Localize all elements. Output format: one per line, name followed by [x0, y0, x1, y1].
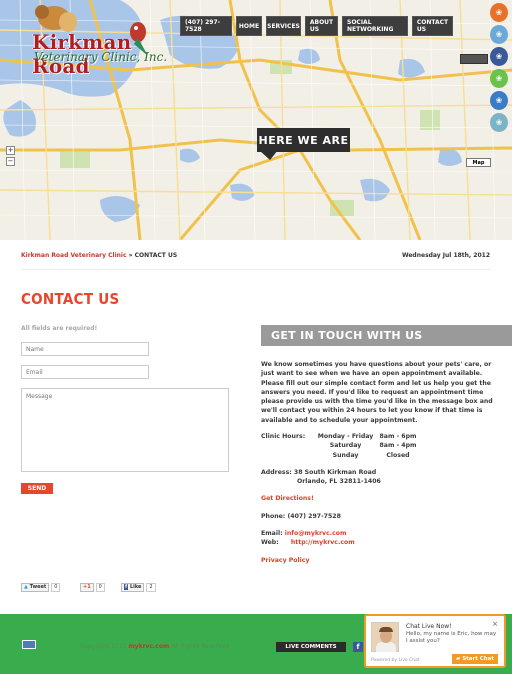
- gplus-count: 0: [95, 582, 105, 592]
- tweet-button[interactable]: ▲ Tweet: [21, 582, 50, 592]
- hours-time: Closed: [386, 451, 410, 459]
- current-date: Wednesday Jul 18th, 2012: [401, 252, 490, 259]
- facebook-icon: f: [124, 584, 129, 590]
- main-navigation: (407) 297-7528 HOME SERVICES ABOUT US SO…: [180, 16, 453, 36]
- page-title: CONTACT US: [21, 290, 120, 308]
- zoom-in-button[interactable]: +: [6, 146, 15, 155]
- web-link[interactable]: http://mykrvc.com: [291, 539, 355, 546]
- agent-avatar: [371, 622, 399, 652]
- send-button[interactable]: SEND: [21, 483, 53, 494]
- phone-number: (407) 297-7528: [287, 513, 341, 520]
- twitter-bird-icon: ▲: [24, 584, 28, 590]
- nav-phone[interactable]: (407) 297-7528: [180, 16, 232, 36]
- nav-contact-us[interactable]: CONTACT US: [412, 16, 453, 36]
- youtube-paw-icon[interactable]: ❀: [490, 69, 508, 88]
- breadcrumb-separator: »: [128, 252, 133, 259]
- gplus-button[interactable]: +1: [80, 582, 94, 592]
- page: Kirkman Road Veterinary Clinic, Inc. (40…: [0, 0, 512, 674]
- chat-title: Chat Live Now!: [406, 623, 452, 630]
- email-field[interactable]: [21, 365, 149, 379]
- email-label: Email:: [261, 530, 283, 537]
- zoom-out-button[interactable]: −: [6, 157, 15, 166]
- get-in-touch-heading: GET IN TOUCH WITH US: [261, 325, 512, 346]
- like-count: 2: [146, 582, 156, 592]
- nav-about-us[interactable]: ABOUT US: [305, 16, 338, 36]
- address-label: Address:: [261, 469, 292, 476]
- facebook-footer-icon[interactable]: f: [353, 642, 363, 652]
- blogger-paw-icon[interactable]: ❀: [490, 3, 508, 22]
- hours-time: 8am - 4pm: [379, 442, 417, 450]
- start-chat-button[interactable]: ▰ Start Chat: [452, 654, 498, 664]
- live-chat-widget: Chat Live Now! × Hello, my name is Eric,…: [364, 614, 506, 668]
- hours-day: Saturday: [329, 442, 362, 450]
- clinic-logo[interactable]: Kirkman Road Veterinary Clinic, Inc.: [10, 0, 185, 78]
- map-view-toggle[interactable]: [460, 54, 488, 64]
- copyright-link[interactable]: mykrvc.com: [128, 643, 169, 650]
- chat-powered-by: Powered by Live Chat: [371, 658, 420, 663]
- tweet-share: ▲ Tweet 0: [21, 582, 61, 592]
- nav-services[interactable]: SERVICES: [266, 16, 301, 36]
- location-map[interactable]: Kirkman Road Veterinary Clinic, Inc. (40…: [0, 0, 512, 240]
- gplus-share: +1 0: [80, 582, 105, 592]
- logo-subtitle: Veterinary Clinic, Inc.: [34, 50, 168, 64]
- footer-badge-icon: [22, 640, 36, 649]
- address-line1: 38 South Kirkman Road: [293, 469, 377, 476]
- hours-day: Sunday: [332, 451, 359, 459]
- twitter-paw-icon[interactable]: ❀: [490, 91, 508, 110]
- get-directions-link[interactable]: Get Directions!: [261, 494, 314, 503]
- here-we-are-marker[interactable]: HERE WE ARE: [257, 128, 350, 152]
- rss-paw-icon[interactable]: ❀: [490, 113, 508, 132]
- address-block: Address: 38 South Kirkman Road Orlando, …: [261, 468, 381, 487]
- divider: [21, 269, 491, 270]
- email-block: Email: info@mykrvc.com Web: http://mykrv…: [261, 529, 355, 548]
- hours-label: Clinic Hours:: [261, 433, 306, 440]
- facebook-like-share: f Like 2: [121, 582, 156, 592]
- live-comments-button[interactable]: LIVE COMMENTS: [276, 642, 346, 652]
- breadcrumb: Kirkman Road Veterinary Clinic » CONTACT…: [21, 252, 177, 259]
- chat-message: Hello, my name is Eric, how may I assist…: [406, 631, 497, 644]
- hours-day: Monday - Friday: [317, 433, 374, 440]
- web-label: Web:: [261, 539, 279, 547]
- address-line2: Orlando, FL 32811-1406: [297, 478, 381, 486]
- flickr-paw-icon[interactable]: ❀: [490, 47, 508, 66]
- privacy-policy-link[interactable]: Privacy Policy: [261, 556, 310, 565]
- nav-social-networking[interactable]: SOCIAL NETWORKING: [342, 16, 408, 36]
- breadcrumb-current: CONTACT US: [134, 252, 178, 259]
- name-field[interactable]: [21, 342, 149, 356]
- close-icon[interactable]: ×: [492, 620, 498, 628]
- message-field[interactable]: [21, 388, 229, 472]
- facebook-paw-icon[interactable]: ❀: [490, 25, 508, 44]
- contact-intro: We know sometimes you have questions abo…: [261, 361, 493, 424]
- breadcrumb-home-link[interactable]: Kirkman Road Veterinary Clinic: [21, 252, 127, 259]
- social-paw-icons: ❀ ❀ ❀ ❀ ❀ ❀: [490, 3, 510, 132]
- map-zoom-controls: + −: [6, 146, 16, 168]
- phone-label: Phone:: [261, 513, 286, 520]
- email-link[interactable]: info@mykrvc.com: [285, 530, 347, 537]
- clinic-hours: Clinic Hours: Monday - Friday 8am - 6pm …: [261, 432, 418, 460]
- phone-block: Phone: (407) 297-7528: [261, 512, 341, 521]
- like-button[interactable]: f Like: [121, 582, 145, 592]
- copyright: Copyright 2012 mykrvc.com All Rights Res…: [80, 643, 230, 650]
- map-type-button[interactable]: Map: [466, 158, 491, 167]
- required-note: All fields are required!: [21, 325, 98, 332]
- chat-bubble-icon: ▰: [455, 656, 461, 662]
- hours-time: 8am - 6pm: [379, 433, 417, 440]
- nav-home[interactable]: HOME: [236, 16, 262, 36]
- tweet-count: 0: [51, 582, 61, 592]
